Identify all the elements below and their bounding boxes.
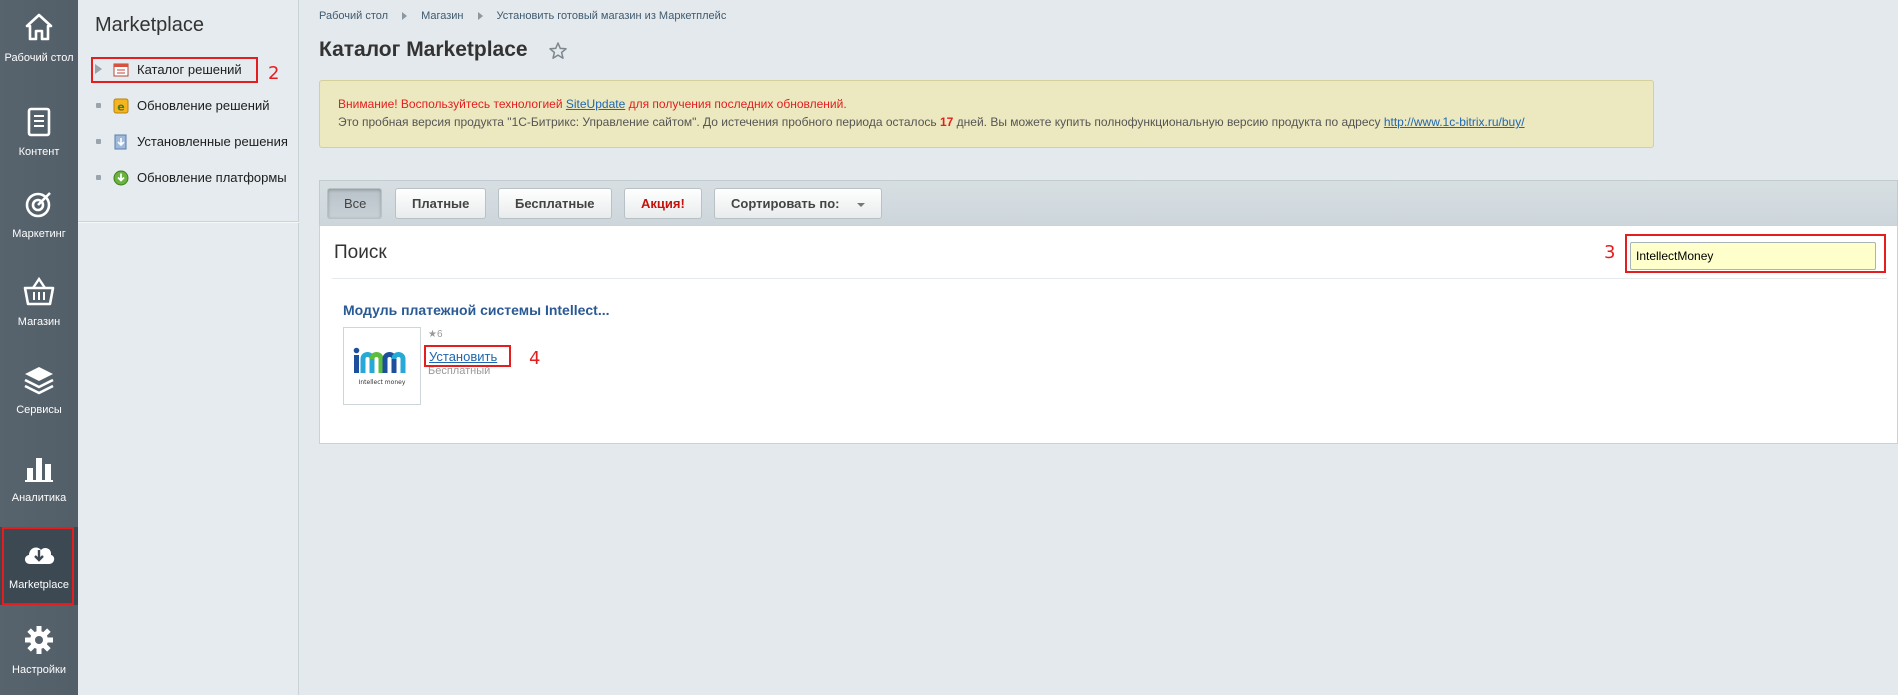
document-icon (0, 106, 78, 142)
filter-paid-button[interactable]: Платные (395, 188, 487, 219)
rail-item-label: Магазин (17, 316, 61, 328)
menu-item-installed[interactable]: Установленные решения (78, 128, 299, 156)
menu-item-label: Установленные решения (137, 134, 288, 149)
annotation-number: 4 (529, 348, 541, 369)
rail-item-label: Маркетинг (12, 228, 66, 240)
menu-divider (78, 221, 299, 222)
notice-text: Это пробная версия продукта "1С-Битрикс:… (338, 115, 940, 129)
catalog-icon (113, 62, 129, 78)
rail-item-content[interactable]: Контент (0, 94, 78, 176)
rail-item-label: Настройки (12, 664, 66, 676)
rail-item-marketplace[interactable]: Marketplace (0, 527, 78, 605)
bullet-icon (96, 103, 101, 108)
filter-bar: Все Платные Бесплатные Акция! Сортироват… (319, 180, 1898, 225)
left-rail: Рабочий стол Контент Маркетинг Магазин С… (0, 0, 78, 695)
gear-icon (0, 624, 78, 660)
intellect-money-logo-icon (353, 347, 406, 373)
filter-all-button[interactable]: Все (327, 188, 382, 219)
menu-item-label: Обновление решений (137, 98, 270, 113)
breadcrumb-item[interactable]: Магазин (421, 10, 463, 22)
rail-item-settings[interactable]: Настройки (0, 612, 78, 694)
trial-notice: Внимание! Воспользуйтесь технологией Sit… (319, 80, 1654, 148)
bar-chart-icon (0, 452, 78, 488)
notice-text: дней. Вы можете купить полнофункциональн… (953, 115, 1384, 129)
rail-item-desktop[interactable]: Рабочий стол (0, 0, 78, 82)
filter-free-button[interactable]: Бесплатные (498, 188, 612, 219)
result-logo[interactable]: Intellect money (343, 327, 421, 405)
bullet-icon (96, 175, 101, 180)
rail-item-analytics[interactable]: Аналитика (0, 440, 78, 522)
menu-item-catalog[interactable]: Каталог решений (78, 56, 299, 84)
expand-arrow-icon[interactable] (95, 64, 102, 74)
buy-link[interactable]: http://www.1c-bitrix.ru/buy/ (1384, 115, 1525, 129)
secondary-menu: Marketplace Каталог решений e Обновление… (78, 0, 299, 695)
notice-line-1: Внимание! Воспользуйтесь технологией Sit… (338, 95, 1635, 113)
install-link[interactable]: Установить (429, 349, 497, 364)
rail-item-label: Marketplace (9, 579, 69, 591)
layers-icon (0, 364, 78, 400)
search-input[interactable] (1630, 242, 1876, 270)
notice-text: Внимание! Воспользуйтесь технологией (338, 97, 566, 111)
rail-item-services[interactable]: Сервисы (0, 352, 78, 434)
sort-dropdown[interactable]: Сортировать по: (714, 188, 883, 219)
menu-item-label: Обновление платформы (137, 170, 287, 185)
result-title-link[interactable]: Модуль платежной системы Intellect... (343, 302, 610, 318)
breadcrumb-separator-icon (477, 11, 483, 20)
price-label: Бесплатный (428, 365, 491, 377)
breadcrumb-item[interactable]: Рабочий стол (319, 10, 388, 22)
rating: ★6 (428, 329, 443, 340)
rail-item-label: Контент (18, 146, 60, 158)
annotation-number: 3 (1604, 242, 1616, 263)
platform-update-icon (113, 170, 129, 186)
breadcrumb: Рабочий стол Магазин Установить готовый ма… (319, 10, 726, 22)
installed-icon (113, 134, 129, 150)
chevron-down-icon (857, 202, 866, 207)
sort-dropdown-label: Сортировать по: (731, 196, 840, 211)
bullet-icon (96, 139, 101, 144)
trial-days-count: 17 (939, 115, 954, 129)
notice-line-2: Это пробная версия продукта "1С-Битрикс:… (338, 113, 1635, 131)
rail-item-marketing[interactable]: Маркетинг (0, 176, 78, 258)
svg-text:e: e (117, 101, 124, 114)
rail-item-label: Аналитика (11, 492, 67, 504)
rail-item-label: Сервисы (16, 404, 62, 416)
menu-item-solution-updates[interactable]: e Обновление решений (78, 92, 299, 120)
target-icon (0, 188, 78, 224)
annotation-number: 2 (268, 63, 280, 84)
siteupdate-link[interactable]: SiteUpdate (566, 97, 625, 111)
favorite-star-icon[interactable] (548, 41, 568, 61)
rail-item-shop[interactable]: Магазин (0, 264, 78, 346)
search-results-panel: Поиск Модуль платежной системы Intellect… (319, 225, 1898, 444)
cloud-download-icon (0, 539, 78, 575)
search-heading: Поиск (334, 242, 387, 263)
menu-item-label: Каталог решений (137, 62, 242, 77)
update-icon: e (113, 98, 129, 114)
notice-text: для получения последних обновлений. (625, 97, 847, 111)
menu-title: Marketplace (95, 14, 204, 36)
logo-caption: Intellect money (358, 379, 406, 386)
house-icon (0, 12, 78, 48)
page-title: Каталог Marketplace (319, 38, 528, 61)
breadcrumb-separator-icon (402, 11, 408, 20)
basket-icon (0, 276, 78, 312)
breadcrumb-item[interactable]: Установить готовый магазин из Маркетплей… (497, 10, 727, 22)
rail-item-label: Рабочий стол (4, 52, 74, 64)
menu-item-platform-update[interactable]: Обновление платформы (78, 164, 299, 192)
panel-divider (332, 278, 1887, 279)
filter-promo-button[interactable]: Акция! (624, 188, 702, 219)
